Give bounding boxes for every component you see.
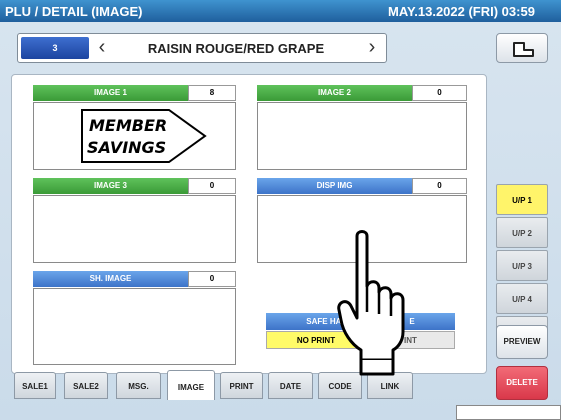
tab-print[interactable]: PRINT: [220, 372, 263, 399]
image1-label: IMAGE 1: [33, 85, 188, 101]
plu-name: RAISIN ROUGE/RED GRAPE: [147, 41, 325, 56]
up1-button[interactable]: U/P 1: [496, 184, 548, 215]
up2-button[interactable]: U/P 2: [496, 217, 548, 248]
prev-arrow-icon[interactable]: ‹: [91, 36, 113, 60]
pointing-hand-icon: [337, 230, 405, 376]
tab-sale1[interactable]: SALE1: [14, 372, 56, 399]
preview-button[interactable]: PREVIEW: [496, 325, 548, 359]
up4-button[interactable]: U/P 4: [496, 283, 548, 314]
svg-text:MEMBER: MEMBER: [89, 116, 167, 135]
next-arrow-icon[interactable]: ›: [361, 36, 383, 60]
image3-label: IMAGE 3: [33, 178, 188, 194]
tab-date[interactable]: DATE: [268, 372, 313, 399]
image3-value[interactable]: 0: [188, 178, 236, 194]
plu-number[interactable]: 3: [21, 37, 89, 59]
image2-label: IMAGE 2: [257, 85, 412, 101]
image1-preview: MEMBER SAVINGS: [33, 102, 236, 170]
disp-img-label: DISP IMG: [257, 178, 412, 194]
status-box: [456, 405, 561, 420]
disp-img-value[interactable]: 0: [412, 178, 467, 194]
tab-image[interactable]: IMAGE: [167, 370, 215, 400]
svg-text:SAVINGS: SAVINGS: [87, 138, 166, 157]
delete-button[interactable]: DELETE: [496, 366, 548, 400]
sh-image-value[interactable]: 0: [188, 271, 236, 287]
image1-value[interactable]: 8: [188, 85, 236, 101]
return-arrow-icon: [513, 42, 534, 57]
up3-button[interactable]: U/P 3: [496, 250, 548, 281]
plu-nav-bar: 3 ‹ RAISIN ROUGE/RED GRAPE ›: [17, 33, 387, 63]
title-bar: PLU / DETAIL (IMAGE) MAY.13.2022 (FRI) 0…: [0, 0, 561, 22]
tab-msg[interactable]: MSG.: [116, 372, 161, 399]
date-time: MAY.13.2022 (FRI) 03:59: [388, 4, 535, 19]
image2-value[interactable]: 0: [412, 85, 467, 101]
sh-image-label: SH. IMAGE: [33, 271, 188, 287]
screen-title: PLU / DETAIL (IMAGE): [5, 4, 143, 19]
image2-preview: [257, 102, 467, 170]
image3-preview: [33, 195, 236, 263]
sh-image-preview: [33, 288, 236, 365]
main-area: 3 ‹ RAISIN ROUGE/RED GRAPE › IMAGE 1 8 M…: [0, 22, 561, 420]
back-button[interactable]: [496, 33, 548, 63]
member-savings-logo: MEMBER SAVINGS: [81, 109, 207, 163]
tab-sale2[interactable]: SALE2: [64, 372, 108, 399]
